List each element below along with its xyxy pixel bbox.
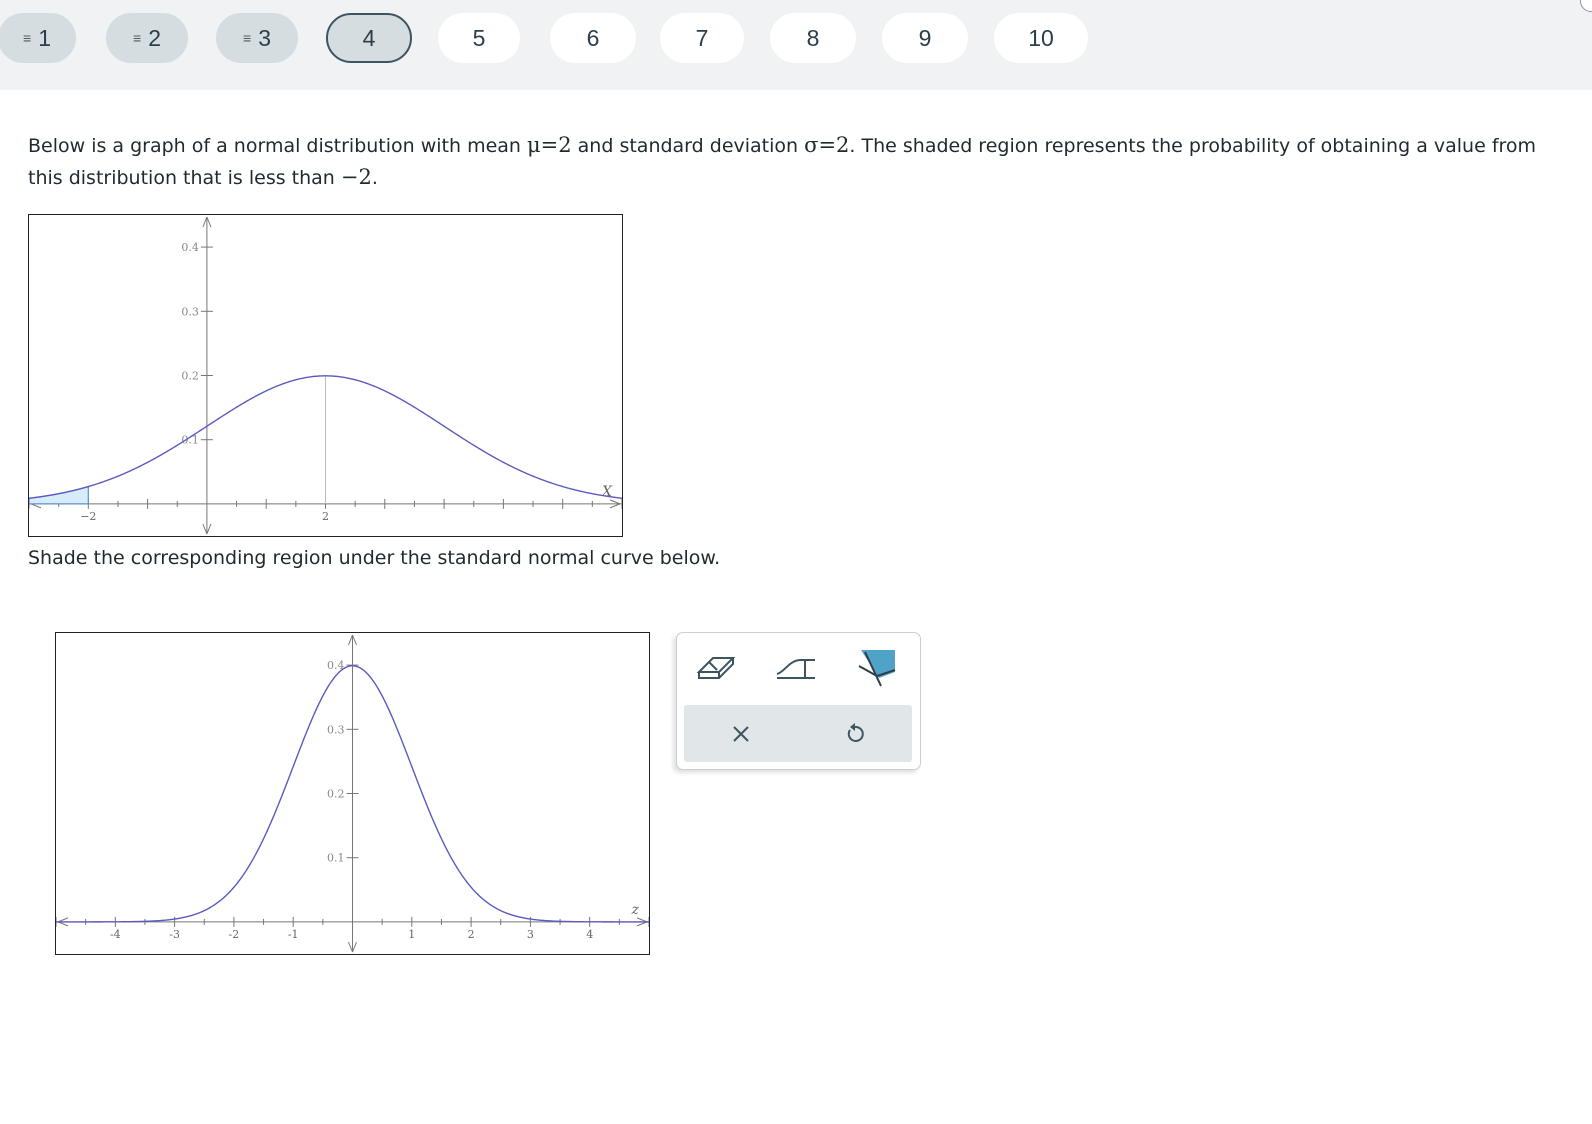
question-2-button[interactable]: ≡ 2 [106,13,188,63]
x-tick-label: 2 [322,510,329,523]
axes: -4 -3 -2 -1 1 2 3 40.10.20.30.4z [56,634,649,953]
prompt-value: −2 [340,165,372,189]
y-tick-label: 0.2 [327,788,345,801]
question-number: 3 [258,24,271,51]
question-number: 9 [918,24,932,51]
question-number: 10 [1028,24,1054,51]
given-distribution-chart: −2 2 0.1 0.2 0.3 0.4 X [28,214,623,537]
eraser-icon [696,657,736,679]
question-3-button[interactable]: ≡ 3 [216,13,298,63]
question-number: 4 [362,24,376,51]
graph-toolbox [676,632,921,770]
threshold-line-icon [776,659,815,679]
x-axis-label: z [631,902,640,918]
prompt-mean: μ=2 [527,133,572,157]
x-tick-label: −2 [80,510,96,523]
question-9-button[interactable]: 9 [882,13,968,63]
prompt-text-2: and standard deviation [571,135,805,157]
prompt-sd: σ=2 [804,133,850,157]
y-tick-label: 0.1 [327,852,345,865]
question-number: 5 [472,24,486,51]
shade-region-icon [858,650,896,687]
question-number: 7 [695,24,709,51]
answered-icon: ≡ [243,30,251,46]
question-1-button[interactable]: ≡ 1 [0,13,76,63]
y-tick-label: 0.3 [181,305,199,318]
question-6-button[interactable]: 6 [550,13,636,63]
clear-icon [733,725,749,742]
x-tick-label: -2 [229,928,240,941]
question-7-button[interactable]: 7 [660,13,744,63]
prompt-text-1: Below is a graph of a normal distributio… [28,135,528,157]
answered-icon: ≡ [133,30,141,46]
undo-icon [847,722,864,742]
x-tick-label: -4 [110,928,121,941]
question-number: 1 [38,24,51,51]
chart-svg: -4 -3 -2 -1 1 2 3 40.10.20.30.4z [56,634,649,953]
shade-tool-button[interactable] [849,643,905,689]
question-5-button[interactable]: 5 [438,13,520,63]
prompt-text-4: . [371,167,378,189]
clear-button[interactable] [684,705,798,762]
x-tick-label: 4 [586,928,593,941]
threshold-tool-button[interactable] [769,643,825,689]
y-tick-label: 0.3 [327,723,345,736]
question-4-button[interactable]: 4 [326,13,412,63]
chart-svg: −2 20.10.20.30.4X [29,216,622,535]
question-number: 2 [148,24,161,51]
x-tick-label: -3 [169,928,180,941]
question-number: 6 [586,24,600,51]
action-bar [684,705,912,762]
question-8-button[interactable]: 8 [770,13,856,63]
instruction-text: Shade the corresponding region under the… [28,547,721,569]
y-tick-label: 0.1 [181,434,199,447]
x-tick-label: 3 [527,928,534,941]
answered-icon: ≡ [23,30,31,46]
question-number: 8 [806,24,820,51]
eraser-tool-button[interactable] [689,643,745,689]
standard-normal-chart[interactable]: -4 -3 -2 -1 1 2 3 4 0.1 0.2 0.3 0.4 z [55,632,650,955]
y-tick-label: 0.2 [181,370,199,383]
undo-button[interactable] [798,705,912,762]
question-prompt: Below is a graph of a normal distributio… [28,130,1568,194]
question-10-button[interactable]: 10 [994,13,1088,63]
x-tick-label: -1 [288,928,299,941]
y-tick-label: 0.4 [181,241,199,254]
question-nav-bar: ≡ 1 ≡ 2 ≡ 3 4 5 6 7 8 9 10 [0,0,1592,90]
x-tick-label: 2 [468,928,475,941]
x-tick-label: 1 [408,928,415,941]
